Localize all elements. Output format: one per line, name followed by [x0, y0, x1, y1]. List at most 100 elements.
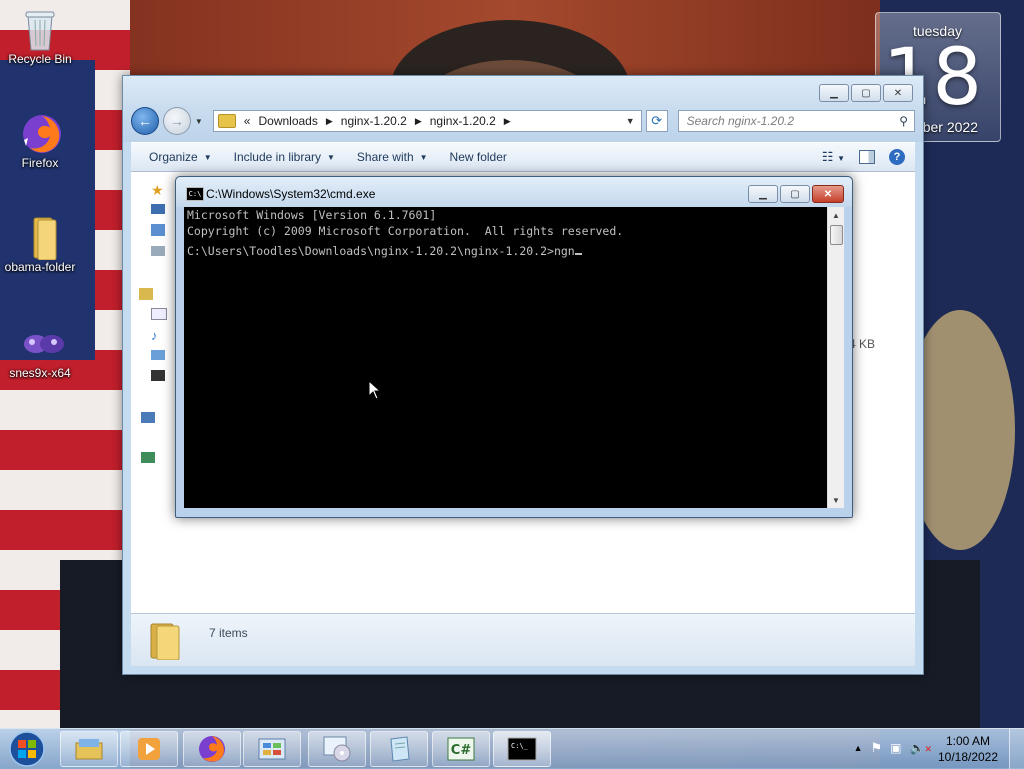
snes9x-icon — [20, 322, 64, 362]
preview-pane-icon[interactable] — [859, 150, 875, 164]
gadget-month-year: ober 2022 — [914, 119, 978, 135]
desktop-icon-snes9x[interactable]: snes9x-x64 — [0, 322, 80, 380]
start-button[interactable] — [4, 730, 50, 768]
notepad-icon — [390, 736, 410, 762]
favorites-star-icon[interactable]: ★ — [151, 182, 165, 198]
explorer-nav-row: ← → ▼ « Downloads ▶ nginx-1.20.2 ▶ nginx… — [131, 106, 916, 136]
firefox-icon — [199, 736, 225, 762]
folder-icon — [217, 114, 236, 128]
taskbar-editor-button[interactable] — [370, 731, 428, 767]
new-folder-label: New folder — [449, 150, 507, 164]
network-icon[interactable]: ▣ — [890, 741, 901, 755]
breadcrumb-item-nginx-2[interactable]: nginx-1.20.2 — [430, 114, 496, 128]
breadcrumb-item-downloads[interactable]: Downloads — [258, 114, 317, 128]
search-icon[interactable]: ⚲ — [899, 114, 908, 128]
back-button[interactable]: ← — [131, 107, 159, 135]
text-cursor — [574, 253, 582, 255]
maximize-button[interactable]: ▢ — [851, 84, 881, 102]
minimize-button[interactable]: ▁ — [819, 84, 849, 102]
item-count: 7 items — [209, 626, 248, 640]
scroll-up-icon[interactable]: ▲ — [828, 207, 844, 223]
taskbar-cmd-button[interactable]: C:\_ — [493, 731, 551, 767]
svg-text:C:\_: C:\_ — [511, 742, 529, 750]
cmd-icon: C:\_ — [507, 737, 537, 761]
forward-button[interactable]: → — [162, 107, 191, 135]
recent-places-nav-icon[interactable] — [151, 246, 165, 256]
taskbar-explorer-button[interactable] — [60, 731, 118, 767]
libraries-icon[interactable] — [139, 288, 153, 300]
taskbar-firefox-button[interactable] — [183, 731, 241, 767]
cmd-close-button[interactable]: ✕ — [812, 185, 844, 203]
computer-icon[interactable] — [141, 412, 155, 423]
videos-nav-icon[interactable] — [151, 370, 165, 381]
scroll-down-icon[interactable]: ▼ — [828, 492, 844, 508]
explorer-title-bar[interactable]: ▁ ▢ ✕ ← → ▼ « Downloads ▶ nginx-1.20.2 ▶… — [123, 76, 923, 142]
details-pane: 7 items — [131, 613, 915, 666]
taskbar: C# C:\_ ▲ ⚑ ▣ 🔈✕ 1:00 AM 10/18/2022 — [0, 728, 1024, 769]
view-controls: ☷ ▼ ? — [822, 149, 915, 165]
console-prompt: C:\Users\Toodles\Downloads\nginx-1.20.2\… — [187, 244, 575, 258]
chevron-right-icon[interactable]: ▶ — [326, 116, 333, 127]
desktop-icon-firefox[interactable]: Firefox — [0, 112, 80, 170]
console-line: Copyright (c) 2009 Microsoft Corporation… — [187, 224, 624, 238]
show-desktop-button[interactable] — [1009, 729, 1024, 769]
svg-text:C#: C# — [451, 743, 472, 758]
cmd-title-bar[interactable]: C:\ C:\Windows\System32\cmd.exe ▁ ▢ ✕ — [176, 177, 852, 207]
clock-date: 10/18/2022 — [937, 750, 999, 764]
installer-disc-icon — [323, 736, 351, 762]
cmd-window-title: C:\Windows\System32\cmd.exe — [206, 187, 376, 201]
close-button[interactable]: ✕ — [883, 84, 913, 102]
taskbar-setup-button[interactable] — [308, 731, 366, 767]
organize-button[interactable]: Organize ▼ — [141, 146, 220, 168]
search-input[interactable] — [684, 113, 900, 129]
taskbar-csharp-button[interactable]: C# — [432, 731, 490, 767]
desktop-nav-icon[interactable] — [151, 204, 165, 214]
share-label: Share with — [356, 150, 414, 164]
desktop-icon-label: snes9x-x64 — [9, 366, 71, 380]
recent-pages-icon[interactable]: ▼ — [195, 117, 203, 126]
address-bar[interactable]: « Downloads ▶ nginx-1.20.2 ▶ nginx-1.20.… — [212, 110, 642, 132]
share-with-button[interactable]: Share with ▼ — [349, 146, 436, 168]
taskbar-media-player-button[interactable] — [120, 731, 178, 767]
include-in-library-button[interactable]: Include in library ▼ — [226, 146, 343, 168]
cmd-scrollbar[interactable]: ▲ ▼ — [827, 207, 844, 508]
explorer-command-bar: Organize ▼ Include in library ▼ Share with… — [131, 142, 915, 172]
chevron-right-icon[interactable]: ▶ — [415, 116, 422, 127]
help-icon[interactable]: ? — [889, 149, 905, 165]
network-icon[interactable] — [141, 452, 155, 463]
desktop-icon-label: Firefox — [21, 156, 59, 170]
address-dropdown-icon[interactable]: ▼ — [626, 116, 635, 126]
breadcrumb-item-nginx-1[interactable]: nginx-1.20.2 — [341, 114, 407, 128]
clock-time: 1:00 AM — [945, 734, 991, 748]
desktop-icon-obama-folder[interactable]: obama-folder — [0, 216, 80, 274]
pictures-nav-icon[interactable] — [151, 350, 165, 360]
documents-nav-icon[interactable] — [151, 308, 167, 320]
cmd-app-icon[interactable]: C:\ — [186, 187, 204, 201]
scrollbar-thumb[interactable] — [830, 225, 843, 245]
media-player-icon — [138, 738, 160, 760]
console-prompt-line[interactable]: C:\Users\Toodles\Downloads\nginx-1.20.2\… — [184, 243, 827, 259]
refresh-button[interactable]: ⟳ — [645, 110, 668, 132]
desktop-icon-recycle-bin[interactable]: Recycle Bin — [0, 8, 80, 66]
control-panel-icon — [258, 738, 286, 760]
music-nav-icon[interactable]: ♪ — [151, 328, 165, 343]
new-folder-button[interactable]: New folder — [442, 146, 515, 168]
taskbar-control-panel-button[interactable] — [243, 731, 301, 767]
action-center-flag-icon[interactable]: ⚑ — [871, 740, 883, 756]
downloads-nav-icon[interactable] — [151, 224, 165, 236]
console-output[interactable]: Microsoft Windows [Version 6.1.7601] Copy… — [184, 207, 827, 508]
cmd-window[interactable]: C:\ C:\Windows\System32\cmd.exe ▁ ▢ ✕ Mi… — [175, 176, 853, 518]
taskbar-clock[interactable]: 1:00 AM 10/18/2022 — [932, 733, 1004, 765]
chevron-right-icon[interactable]: ▶ — [504, 116, 511, 127]
cmd-maximize-button[interactable]: ▢ — [780, 185, 810, 203]
console-line: Microsoft Windows [Version 6.1.7601] — [187, 208, 437, 222]
breadcrumb-overflow[interactable]: « — [244, 114, 251, 128]
chevron-down-icon: ▼ — [419, 152, 428, 162]
cmd-minimize-button[interactable]: ▁ — [748, 185, 778, 203]
show-hidden-icons-icon[interactable]: ▲ — [854, 743, 863, 753]
volume-muted-icon[interactable]: 🔈✕ — [910, 741, 933, 755]
folder-library-icon — [75, 739, 103, 760]
search-box[interactable]: ⚲ — [677, 110, 916, 132]
change-view-icon[interactable]: ☷ ▼ — [822, 149, 845, 165]
csharp-icon: C# — [447, 737, 475, 761]
